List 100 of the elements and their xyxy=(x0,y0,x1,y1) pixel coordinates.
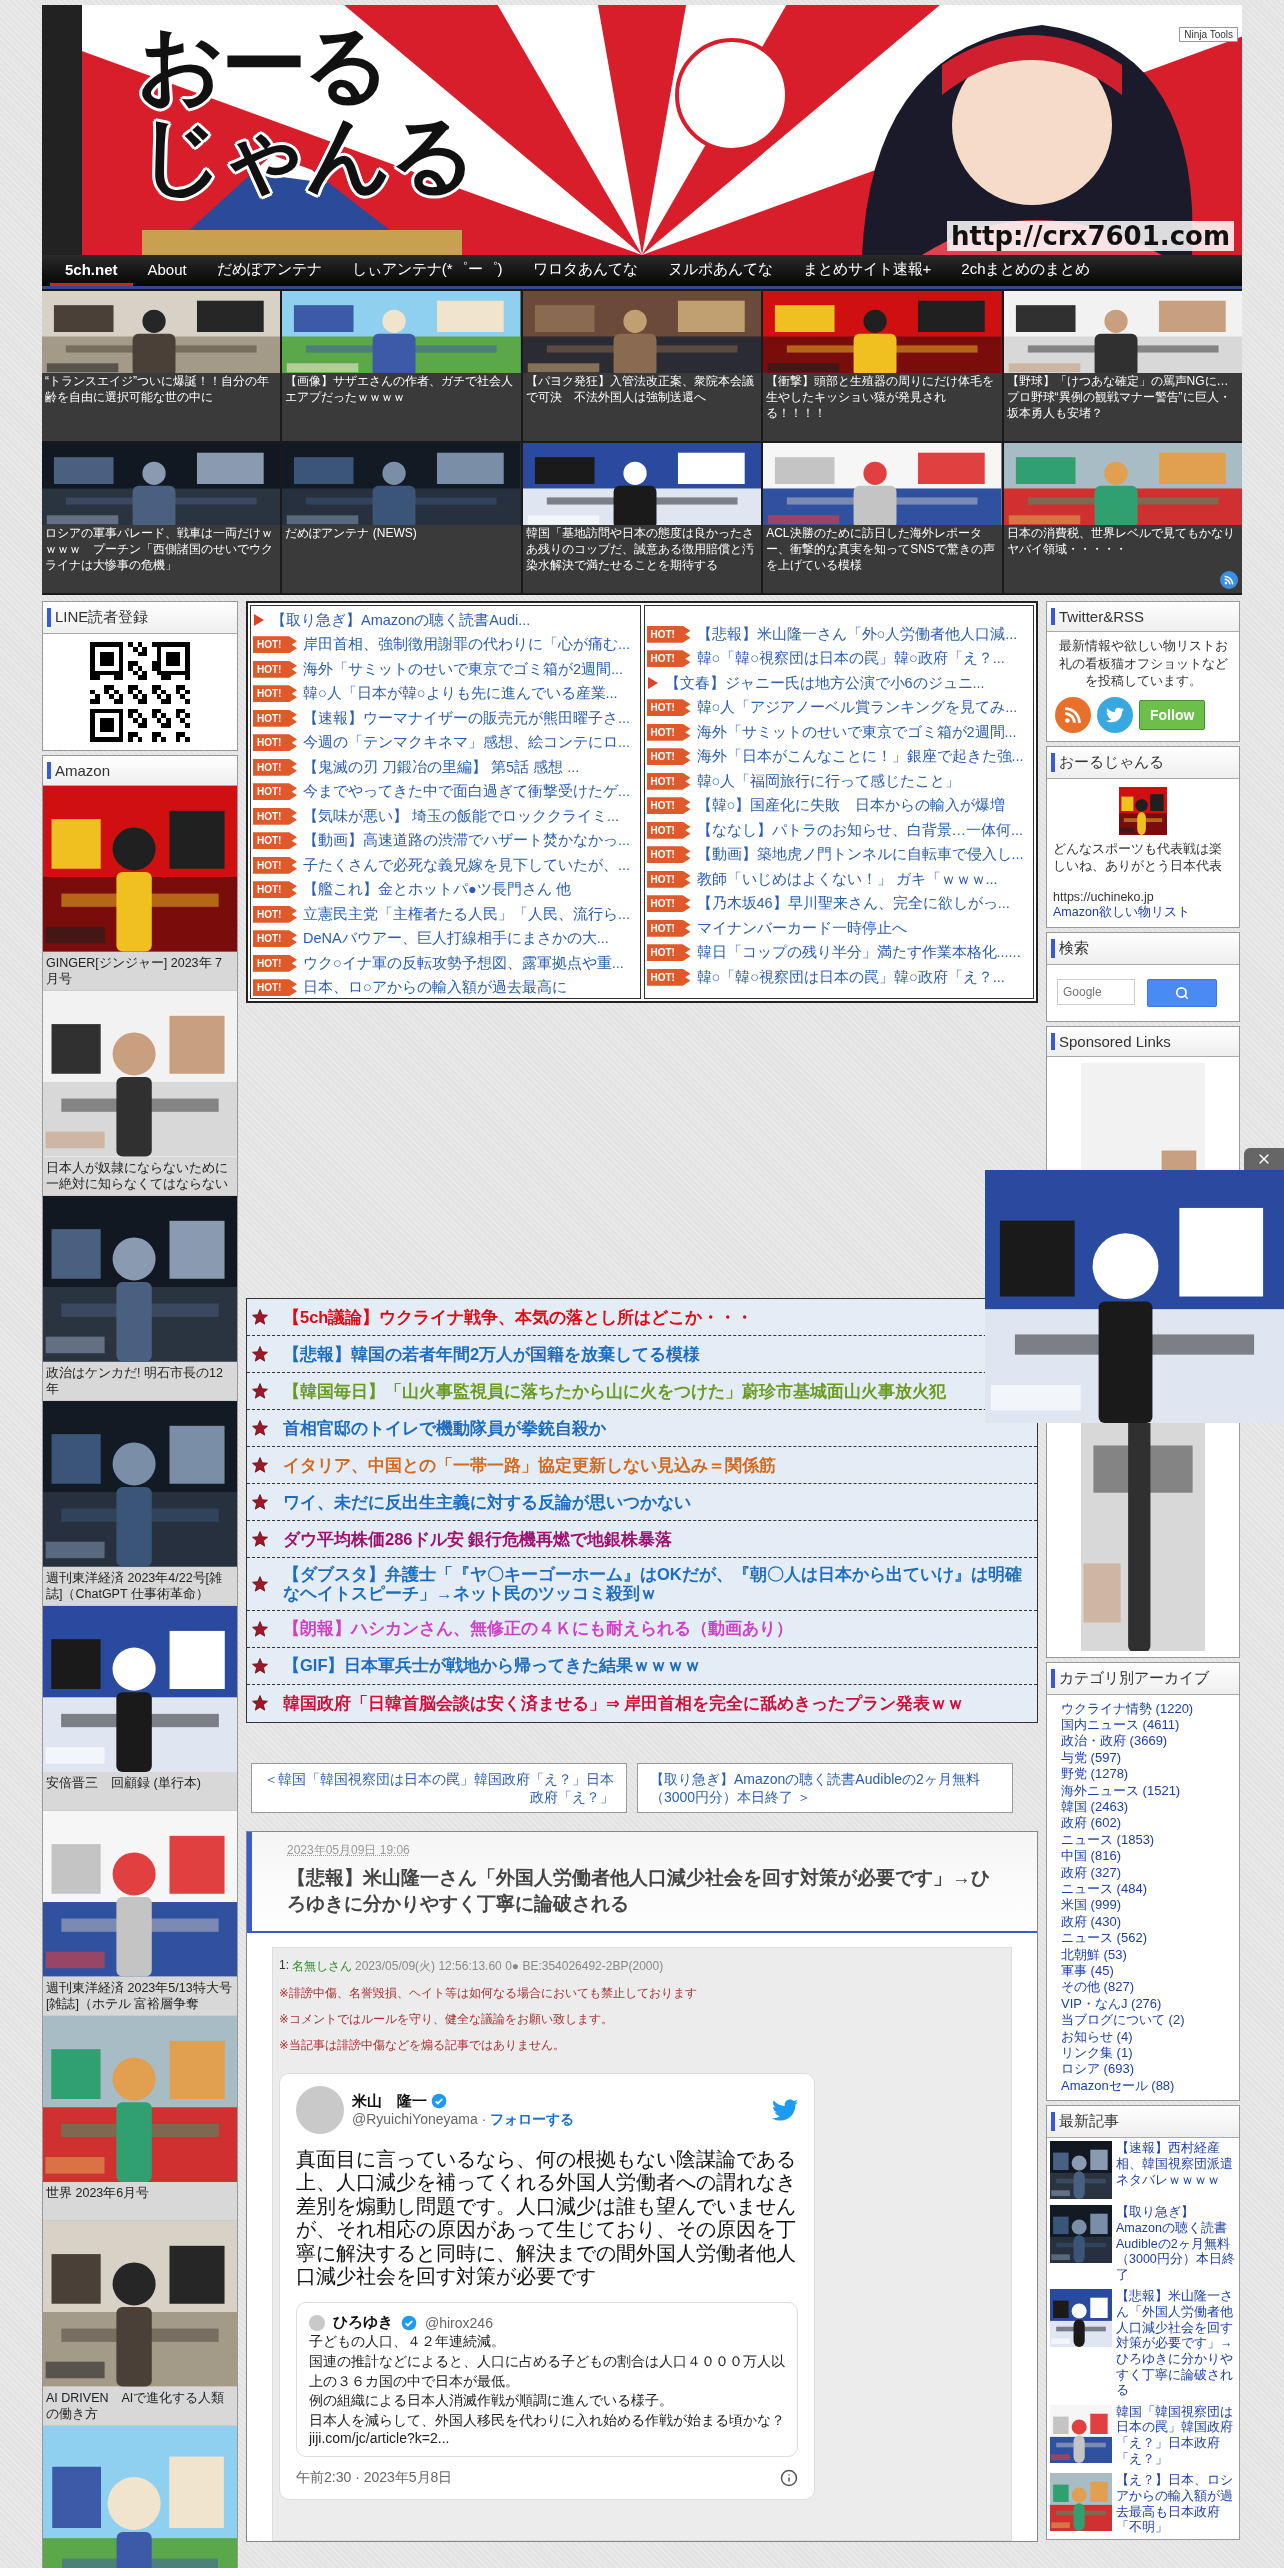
featured-link[interactable]: 【5ch議論】ウクライナ戦争、本気の落とし所はどこか・・・ xyxy=(283,1307,754,1327)
featured-link[interactable]: ダウ平均株価286ドル安 銀行危機再燃で地銀株暴落 xyxy=(283,1529,673,1549)
product-caption[interactable]: 政治はケンカだ! 明石市長の12年 xyxy=(43,1361,237,1400)
search-button[interactable] xyxy=(1147,978,1217,1007)
category-link[interactable]: お知らせ (4) xyxy=(1047,2028,1239,2046)
nav-link[interactable]: だめぽアンテナ xyxy=(201,255,337,286)
recent-article-link[interactable]: 【速報】西村経産相、韓国視察団派遣ネタバレｗｗｗｗ xyxy=(1116,2141,1236,2200)
next-article-link[interactable]: 【取り急ぎ】Amazonの聴く読書Audibleの2ヶ月無料（3000円分）本日終了 ＞ xyxy=(637,1762,1013,1814)
product-caption[interactable]: 安倍晋三 回顧録 (単行本) xyxy=(43,1772,237,1810)
thumbnail-card[interactable]: だめぽアンテナ (NEWS) xyxy=(282,443,521,593)
ninja-tools-badge[interactable]: Ninja Tools xyxy=(1179,27,1238,42)
category-link[interactable]: リンク集 (1) xyxy=(1047,2045,1239,2062)
thumbnail-card[interactable]: ロシアの軍事パレード、戦車は一両だけｗｗｗｗ プーチン「西側諸国のせいでウクライナは大惨事の危機」 xyxy=(42,443,281,593)
category-link[interactable]: ロシア (693) xyxy=(1047,2061,1239,2078)
product-caption[interactable]: GINGER[ジンジャー] 2023年 7月号 xyxy=(43,951,237,990)
search-field[interactable]: Google xyxy=(1057,978,1135,1005)
category-link[interactable]: 韓国 (2463) xyxy=(1047,1798,1239,1816)
article-link[interactable]: 【動画】築地虎ノ門トンネルに自転車で侵入し... xyxy=(696,845,1024,865)
article-link[interactable]: 【乃木坂46】早川聖来さん、完全に欲しがっ... xyxy=(696,894,1010,914)
thumbnail-caption[interactable]: 【衝撃】頭部と生殖器の周りにだけ体毛を生やしたキッショい猿が発見される！！！！ xyxy=(763,373,1002,423)
category-link[interactable]: 国内ニュース (4611) xyxy=(1047,1716,1239,1734)
product-caption[interactable]: AI DRIVEN AIで進化する人類の働き方 xyxy=(43,2386,237,2425)
category-link[interactable]: その他 (827) xyxy=(1047,1979,1239,1996)
article-link[interactable]: 【速報】ウーマナイザーの販売元が熊田曜子さ... xyxy=(303,708,631,728)
featured-link[interactable]: 【ダブスタ】弁護士「『ヤ〇キーゴーホーム』はOKだが、『朝〇人は日本から出ていけ』は明確なヘイトスピーチ」→ネット民のツッコミ殺到ｗ xyxy=(283,1565,1033,1603)
nav-link[interactable]: 2chまとめのまとめ xyxy=(946,255,1106,286)
article-link[interactable]: 今までやってきた中で面白過ぎて衝撃受けたゲ... xyxy=(303,782,631,802)
featured-link[interactable]: 【GIF】日本軍兵士が戦地から帰ってきた結果ｗｗｗｗ xyxy=(283,1656,702,1676)
article-link[interactable]: 【鬼滅の刃 刀鍛冶の里編】 第5話 感想 ... xyxy=(303,757,580,777)
article-link[interactable]: 日本、ロ○アからの輸入額が過去最高に xyxy=(303,978,567,998)
bird-icon[interactable] xyxy=(1097,696,1133,733)
featured-link[interactable]: 首相官邸のトイレで機動隊員が拳銃自殺か xyxy=(283,1418,606,1438)
thumbnail-card[interactable]: ACL決勝のために訪日した海外レポーター、衝撃的な真実を知ってSNSで驚きの声を上げている模様 xyxy=(763,443,1002,593)
category-link[interactable]: 政治・政府 (3669) xyxy=(1047,1733,1239,1750)
category-link[interactable]: Amazonセール (88) xyxy=(1047,2077,1239,2095)
article-link[interactable]: 韓○人「福岡旅行に行って感じたこと」 xyxy=(696,771,961,791)
product-caption[interactable]: 日本人が奴隷にならないために一絶対に知らなくてはならない xyxy=(43,1156,237,1195)
thumbnail-card[interactable]: 【衝撃】頭部と生殖器の周りにだけ体毛を生やしたキッショい猿が発見される！！！！ xyxy=(763,291,1002,441)
thumbnail-card[interactable]: 【野球】「けつあな確定」の罵声NGに…プロ野球“異例の観戦マナー警告”に巨人・坂本勇人も安堵？ xyxy=(1003,291,1242,441)
article-link[interactable]: 海外「日本がこんなことに！」銀座で起きた強... xyxy=(696,747,1024,767)
featured-link[interactable]: 韓国政府「日韓首脳会談は安く済ませる」⇒ 岸田首相を完全に舐めきったプラン発表ｗｗ xyxy=(283,1693,965,1713)
article-link[interactable]: マイナンバーカード一時停止へ xyxy=(696,918,907,938)
article-link[interactable]: 岸田首相、強制徴用謝罪の代わりに「心が痛む... xyxy=(303,635,631,655)
article-link[interactable]: 【悲報】米山隆一さん「外○人労働者他人口減... xyxy=(696,624,1018,644)
category-link[interactable]: VIP・なんJ (276) xyxy=(1047,1995,1239,2013)
article-link[interactable]: 【韓○】国産化に失敗 日本からの輸入が爆増 xyxy=(696,796,1006,816)
thumbnail-card[interactable]: 【パヨク発狂】入管法改正案、衆院本会議で可決 不法外国人は強制送還へ xyxy=(522,291,762,441)
product-caption[interactable]: 週刊東洋経済 2023年4/22号[雑誌]（ChatGPT 仕事術革命） xyxy=(43,1566,237,1605)
article-link[interactable]: 韓○「韓○視察団は日本の罠」韓○政府「え？... xyxy=(696,649,1005,669)
article-link[interactable]: 海外「サミットのせいで東京でゴミ箱が2週間... xyxy=(303,659,624,679)
article-link[interactable]: 【艦これ】金とホットパ●ツ長門さん 他 xyxy=(303,880,571,900)
category-link[interactable]: 海外ニュース (1521) xyxy=(1047,1782,1239,1799)
recent-article-link[interactable]: 韓国「韓国視察団は日本の罠」韓国政府「え？」日本政府「え？」 xyxy=(1116,2404,1236,2468)
recent-article-link[interactable]: 【悲報】米山隆一さん「外国人労働者他人口減少社会を回す対策が必要です」→ひろゆきに分かりやすく丁寧に論破される xyxy=(1116,2289,1236,2399)
article-link[interactable]: 今週の「テンマクキネマ」感想、絵コンテにロ... xyxy=(303,733,631,753)
thumbnail-caption[interactable]: “トランスエイジ”ついに爆誕！！自分の年齢を自由に選択可能な世の中に xyxy=(42,373,281,407)
thumbnail-caption[interactable]: ACL決勝のために訪日した海外レポーター、衝撃的な真実を知ってSNSで驚きの声を上げている模様 xyxy=(763,525,1002,575)
category-link[interactable]: 野党 (1278) xyxy=(1047,1766,1239,1783)
thumbnail-caption[interactable]: 韓国「基地訪問や日本の態度は良かったさあ残りのコップだ、誠意ある徴用賠償と汚染水解決で満たせることを期待する xyxy=(522,525,762,575)
category-link[interactable]: 北朝鮮 (53) xyxy=(1047,1946,1239,1963)
nav-link[interactable]: ワロタあんてな xyxy=(517,255,653,286)
article-link[interactable]: 子たくさんで必死な義兄嫁を見下していたが、... xyxy=(303,855,631,875)
nav-link[interactable]: ヌルポあんてな xyxy=(652,255,788,286)
category-link[interactable]: ニュース (1853) xyxy=(1047,1831,1239,1849)
category-link[interactable]: ウクライナ情勢 (1220) xyxy=(1047,1700,1239,1717)
quoted-tweet[interactable]: ひろゆき @hirox246 子どもの人口、４２年連続減。 国連の推計などによると、人口に占める子どもの割合は人口４０００万人以上の３６カ国の中で日本が最低。 例の組織による日本人消滅作戦が順調に進んでいる様子。 日本人を減らして、外国人移民を代わりに入れ始める作戦が始まる頃かな？ jiji.com/jc/article?k=2... xyxy=(296,2302,798,2458)
follow-link[interactable]: フォローする xyxy=(490,2110,575,2129)
rss-icon[interactable] xyxy=(1220,571,1238,589)
category-link[interactable]: 政府 (602) xyxy=(1047,1815,1239,1832)
article-link[interactable]: 【取り急ぎ】Amazonの聴く読書Audi... xyxy=(271,610,531,630)
thumbnail-caption[interactable]: 日本の消費税、世界レベルで見てもかなりヤバイ領域・・・・・ xyxy=(1003,525,1242,559)
nav-link[interactable]: About xyxy=(132,255,202,286)
thumbnail-card[interactable]: “トランスエイジ”ついに爆誕！！自分の年齢を自由に選択可能な世の中に xyxy=(42,291,281,441)
category-link[interactable]: 軍事 (45) xyxy=(1047,1963,1239,1980)
nav-link[interactable]: しぃアンテナ(*゜ー゜) xyxy=(336,255,518,286)
featured-link[interactable]: 【悲報】韓国の若者年間2万人が国籍を放棄してる模様 xyxy=(283,1344,701,1364)
article-link[interactable]: 【気味が悪い】 埼玉の飯能でロッククライミ... xyxy=(303,806,620,826)
category-link[interactable]: 与党 (597) xyxy=(1047,1749,1239,1767)
article-link[interactable]: 韓○人「アジアノーベル賞ランキングを見てみ... xyxy=(696,698,1018,718)
article-link[interactable]: 韓○人「日本が韓○よりも先に進んでいる産業... xyxy=(303,684,618,704)
thumbnail-card[interactable]: 韓国「基地訪問や日本の態度は良かったさあ残りのコップだ、誠意ある徴用賠償と汚染水解決で満たせることを期待する xyxy=(522,443,762,593)
category-link[interactable]: 中国 (816) xyxy=(1047,1848,1239,1865)
article-link[interactable]: ウク○イナ軍の反転攻勢予想図、露軍拠点や重... xyxy=(303,953,624,973)
article-link[interactable]: 【動画】高速道路の渋滞でハザート焚かなかっ... xyxy=(303,831,631,851)
category-link[interactable]: 米国 (999) xyxy=(1047,1897,1239,1914)
product-caption[interactable]: 世界 2023年6月号 xyxy=(43,2182,237,2220)
category-link[interactable]: ニュース (484) xyxy=(1047,1880,1239,1898)
article-link[interactable]: 【文春】ジャニー氏は地方公演で小6のジュニ... xyxy=(664,673,985,693)
quoted-link[interactable]: jiji.com/jc/article?k=2... xyxy=(309,2430,785,2447)
recent-article-link[interactable]: 【え？】日本、ロシアからの輸入額が過去最高も日本政府「不明」 xyxy=(1116,2473,1236,2536)
thumbnail-caption[interactable]: だめぽアンテナ (NEWS) xyxy=(282,525,521,543)
info-icon[interactable] xyxy=(780,2469,798,2488)
featured-link[interactable]: ワイ、未だに反出生主義に対する反論が思いつかない xyxy=(283,1492,691,1512)
category-link[interactable]: 政府 (327) xyxy=(1047,1864,1239,1881)
article-link[interactable]: 韓○「韓○視察団は日本の罠」韓○政府「え？... xyxy=(696,967,1005,987)
thumbnail-caption[interactable]: ロシアの軍事パレード、戦車は一両だけｗｗｗｗ プーチン「西側諸国のせいでウクライナは大惨事の危機」 xyxy=(42,525,281,575)
thumbnail-caption[interactable]: 【パヨク発狂】入管法改正案、衆院本会議で可決 不法外国人は強制送還へ xyxy=(522,373,762,407)
nav-link[interactable]: まとめサイト速報+ xyxy=(787,255,947,286)
category-link[interactable]: 政府 (430) xyxy=(1047,1913,1239,1931)
product-caption[interactable]: 週刊東洋経済 2023年5/13特大号[雑誌]（ホテル 富裕層争奪 xyxy=(43,1976,237,2015)
